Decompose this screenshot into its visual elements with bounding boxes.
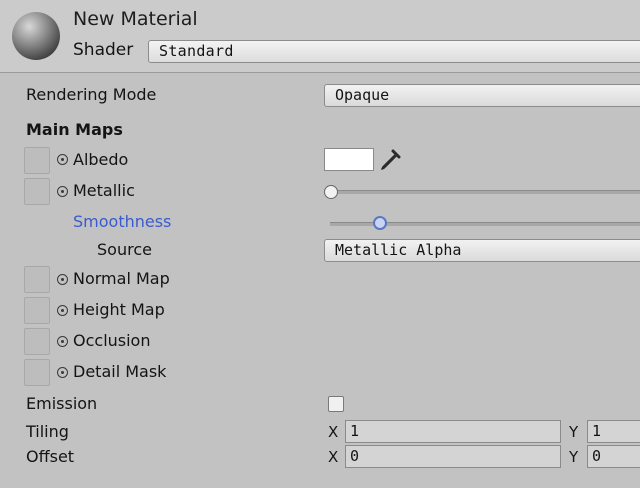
normal-map-picker-icon[interactable] xyxy=(57,274,68,285)
tiling-y-field[interactable]: 1 xyxy=(587,420,640,443)
detail-mask-label: Detail Mask xyxy=(73,362,167,381)
metallic-slider-handle[interactable] xyxy=(324,185,338,199)
occlusion-label: Occlusion xyxy=(73,331,151,350)
tiling-y-label: Y xyxy=(569,423,579,441)
albedo-label: Albedo xyxy=(73,150,129,169)
emission-checkbox[interactable] xyxy=(328,396,344,412)
offset-y-value: 0 xyxy=(592,447,602,465)
smoothness-slider-handle[interactable] xyxy=(372,216,387,230)
tiling-x-label: X xyxy=(328,423,339,441)
tiling-y-value: 1 xyxy=(592,422,602,440)
shader-label: Shader xyxy=(73,40,134,60)
height-map-picker-icon[interactable] xyxy=(57,305,68,316)
occlusion-texture-slot[interactable] xyxy=(24,328,50,355)
albedo-picker-icon[interactable] xyxy=(57,154,68,165)
shader-value: Standard xyxy=(159,42,234,60)
metallic-texture-slot[interactable] xyxy=(24,178,50,205)
source-dropdown[interactable]: Metallic Alpha xyxy=(324,239,640,262)
tiling-x-value: 1 xyxy=(350,422,360,440)
albedo-color-swatch[interactable] xyxy=(324,148,374,171)
main-maps-heading: Main Maps xyxy=(26,120,123,139)
offset-x-value: 0 xyxy=(350,447,360,465)
offset-y-field[interactable]: 0 xyxy=(587,445,640,468)
shader-dropdown[interactable]: Standard xyxy=(148,40,640,63)
height-map-texture-slot[interactable] xyxy=(24,297,50,324)
metallic-picker-icon[interactable] xyxy=(57,186,68,197)
tiling-label: Tiling xyxy=(26,422,69,441)
emission-label: Emission xyxy=(26,394,98,413)
offset-label: Offset xyxy=(26,447,75,466)
rendering-mode-dropdown[interactable]: Opaque xyxy=(324,84,640,107)
rendering-mode-label: Rendering Mode xyxy=(26,85,157,104)
normal-map-texture-slot[interactable] xyxy=(24,266,50,293)
albedo-texture-slot[interactable] xyxy=(24,147,50,174)
eyedropper-icon[interactable] xyxy=(378,146,404,172)
occlusion-picker-icon[interactable] xyxy=(57,336,68,347)
source-value: Metallic Alpha xyxy=(335,241,462,259)
metallic-label: Metallic xyxy=(73,181,135,200)
material-preview-sphere[interactable] xyxy=(12,12,60,60)
metallic-slider-track[interactable] xyxy=(330,190,640,194)
normal-map-label: Normal Map xyxy=(73,269,170,288)
smoothness-label: Smoothness xyxy=(73,212,172,231)
detail-mask-texture-slot[interactable] xyxy=(24,359,50,386)
source-label: Source xyxy=(97,240,152,259)
offset-x-label: X xyxy=(328,448,339,466)
material-name: New Material xyxy=(73,8,198,30)
offset-y-label: Y xyxy=(569,448,579,466)
tiling-x-field[interactable]: 1 xyxy=(345,420,561,443)
height-map-label: Height Map xyxy=(73,300,165,319)
rendering-mode-value: Opaque xyxy=(335,86,390,104)
offset-x-field[interactable]: 0 xyxy=(345,445,561,468)
detail-mask-picker-icon[interactable] xyxy=(57,367,68,378)
